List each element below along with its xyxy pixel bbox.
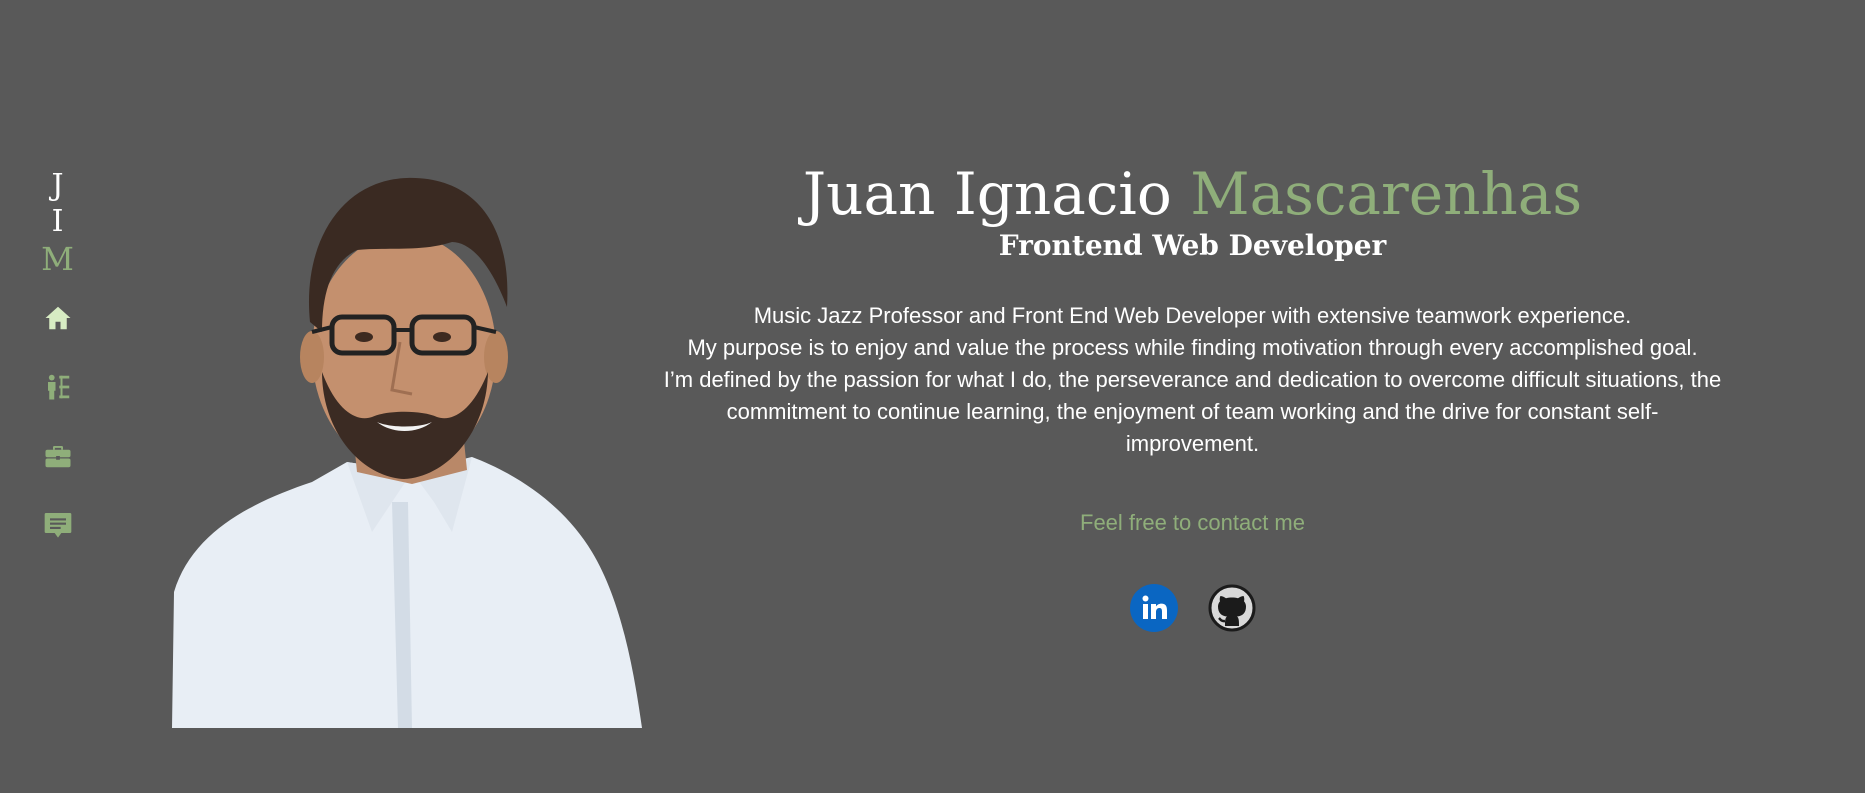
bio: Music Jazz Professor and Front End Web D… [660,300,1725,460]
contact-link[interactable]: Feel free to contact me [1080,510,1305,536]
nav-projects[interactable] [38,436,78,476]
first-name: Juan Ignacio [802,160,1191,228]
social-links [660,584,1725,632]
home-icon [45,307,70,330]
page: J I M Juan Ignacio Mascarenhas Frontend … [0,0,1865,793]
github-icon [1208,584,1255,632]
linkedin-link[interactable] [1129,584,1178,632]
nav-skills[interactable] [38,367,78,407]
bio-line: Music Jazz Professor and Front End Web D… [753,303,1632,328]
linkedin-icon [1129,584,1178,632]
logo-initials-line1: J I [51,168,70,239]
page-title: Juan Ignacio Mascarenhas [660,160,1725,228]
last-name: Mascarenhas [1190,160,1583,228]
sidebar: J I M [30,168,85,574]
logo[interactable]: J I M [30,168,85,278]
hero: Juan Ignacio Mascarenhas Frontend Web De… [660,160,1725,632]
skills-icon [47,375,69,400]
briefcase-icon [45,446,70,468]
bio-line: I’m defined by the passion for what I do… [663,367,1722,456]
github-link[interactable] [1208,584,1256,632]
profile-photo [172,172,642,728]
job-title: Frontend Web Developer [998,229,1387,262]
nav-home[interactable] [38,298,78,338]
bio-line: My purpose is to enjoy and value the pro… [687,335,1698,360]
logo-initials-line2: M [41,240,74,278]
message-icon [44,513,71,539]
nav-contact[interactable] [38,505,78,545]
